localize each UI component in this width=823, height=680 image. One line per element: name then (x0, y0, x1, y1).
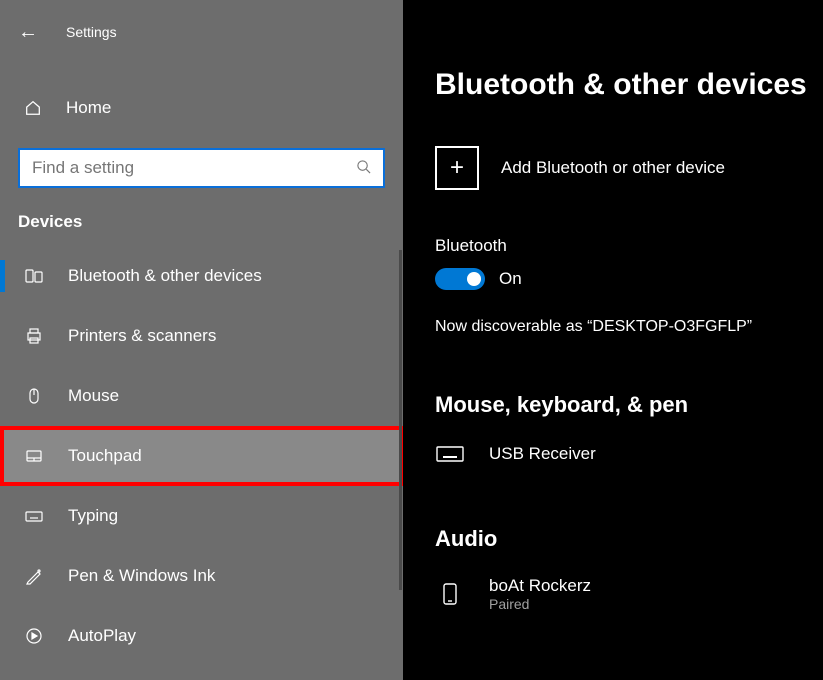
home-icon (24, 99, 42, 117)
content-pane: Bluetooth & other devices + Add Bluetoot… (403, 0, 823, 680)
search-input[interactable] (32, 158, 356, 178)
search-wrap (18, 148, 385, 188)
keyboard-icon (435, 442, 465, 466)
sidebar-item-label: Bluetooth & other devices (68, 266, 262, 286)
sidebar: ← Settings Home Devices (0, 0, 403, 680)
plus-icon: + (435, 146, 479, 190)
sidebar-item-label: Mouse (68, 386, 119, 406)
bluetooth-label: Bluetooth (435, 236, 823, 256)
group-audio: Audio (435, 526, 823, 552)
touchpad-icon (24, 446, 44, 466)
printer-icon (24, 326, 44, 346)
sidebar-item-label: AutoPlay (68, 626, 136, 646)
sidebar-item-typing[interactable]: Typing (0, 486, 403, 546)
bluetooth-devices-icon (24, 266, 44, 286)
add-device-label: Add Bluetooth or other device (501, 158, 725, 178)
sidebar-item-pen[interactable]: Pen & Windows Ink (0, 546, 403, 606)
discoverable-text: Now discoverable as “DESKTOP-O3FGFLP” (435, 318, 823, 336)
sidebar-item-mouse[interactable]: Mouse (0, 366, 403, 426)
device-name: boAt Rockerz (489, 576, 591, 596)
bluetooth-toggle[interactable] (435, 268, 485, 290)
home-button[interactable]: Home (0, 80, 403, 136)
sidebar-item-label: Typing (68, 506, 118, 526)
back-icon[interactable]: ← (18, 21, 38, 44)
device-status: Paired (489, 596, 591, 612)
sidebar-item-touchpad[interactable]: Touchpad (0, 426, 403, 486)
home-label: Home (66, 98, 111, 118)
device-boat-rockerz[interactable]: boAt Rockerz Paired (435, 576, 823, 612)
phone-icon (435, 582, 465, 606)
page-title: Bluetooth & other devices (435, 68, 823, 102)
search-icon (356, 159, 371, 178)
sidebar-item-label: Touchpad (68, 446, 142, 466)
device-usb-receiver[interactable]: USB Receiver (435, 442, 823, 466)
device-name: USB Receiver (489, 444, 596, 464)
pen-icon (24, 566, 44, 586)
sidebar-scrollbar[interactable] (399, 250, 402, 590)
add-device-button[interactable]: + Add Bluetooth or other device (435, 146, 823, 190)
header: ← Settings (0, 12, 403, 52)
group-mouse-keyboard: Mouse, keyboard, & pen (435, 392, 823, 418)
header-title: Settings (66, 24, 117, 40)
sidebar-item-bluetooth[interactable]: Bluetooth & other devices (0, 246, 403, 306)
autoplay-icon (24, 626, 44, 646)
sidebar-item-label: Pen & Windows Ink (68, 566, 215, 586)
keyboard-icon (24, 506, 44, 526)
sidebar-item-label: Printers & scanners (68, 326, 216, 346)
sidebar-section-header: Devices (0, 188, 403, 246)
mouse-icon (24, 386, 44, 406)
sidebar-item-autoplay[interactable]: AutoPlay (0, 606, 403, 666)
toggle-state: On (499, 269, 522, 289)
search-box[interactable] (18, 148, 385, 188)
sidebar-item-printers[interactable]: Printers & scanners (0, 306, 403, 366)
nav-items: Bluetooth & other devices Printers & sca… (0, 246, 403, 666)
bluetooth-toggle-row: On (435, 268, 823, 290)
